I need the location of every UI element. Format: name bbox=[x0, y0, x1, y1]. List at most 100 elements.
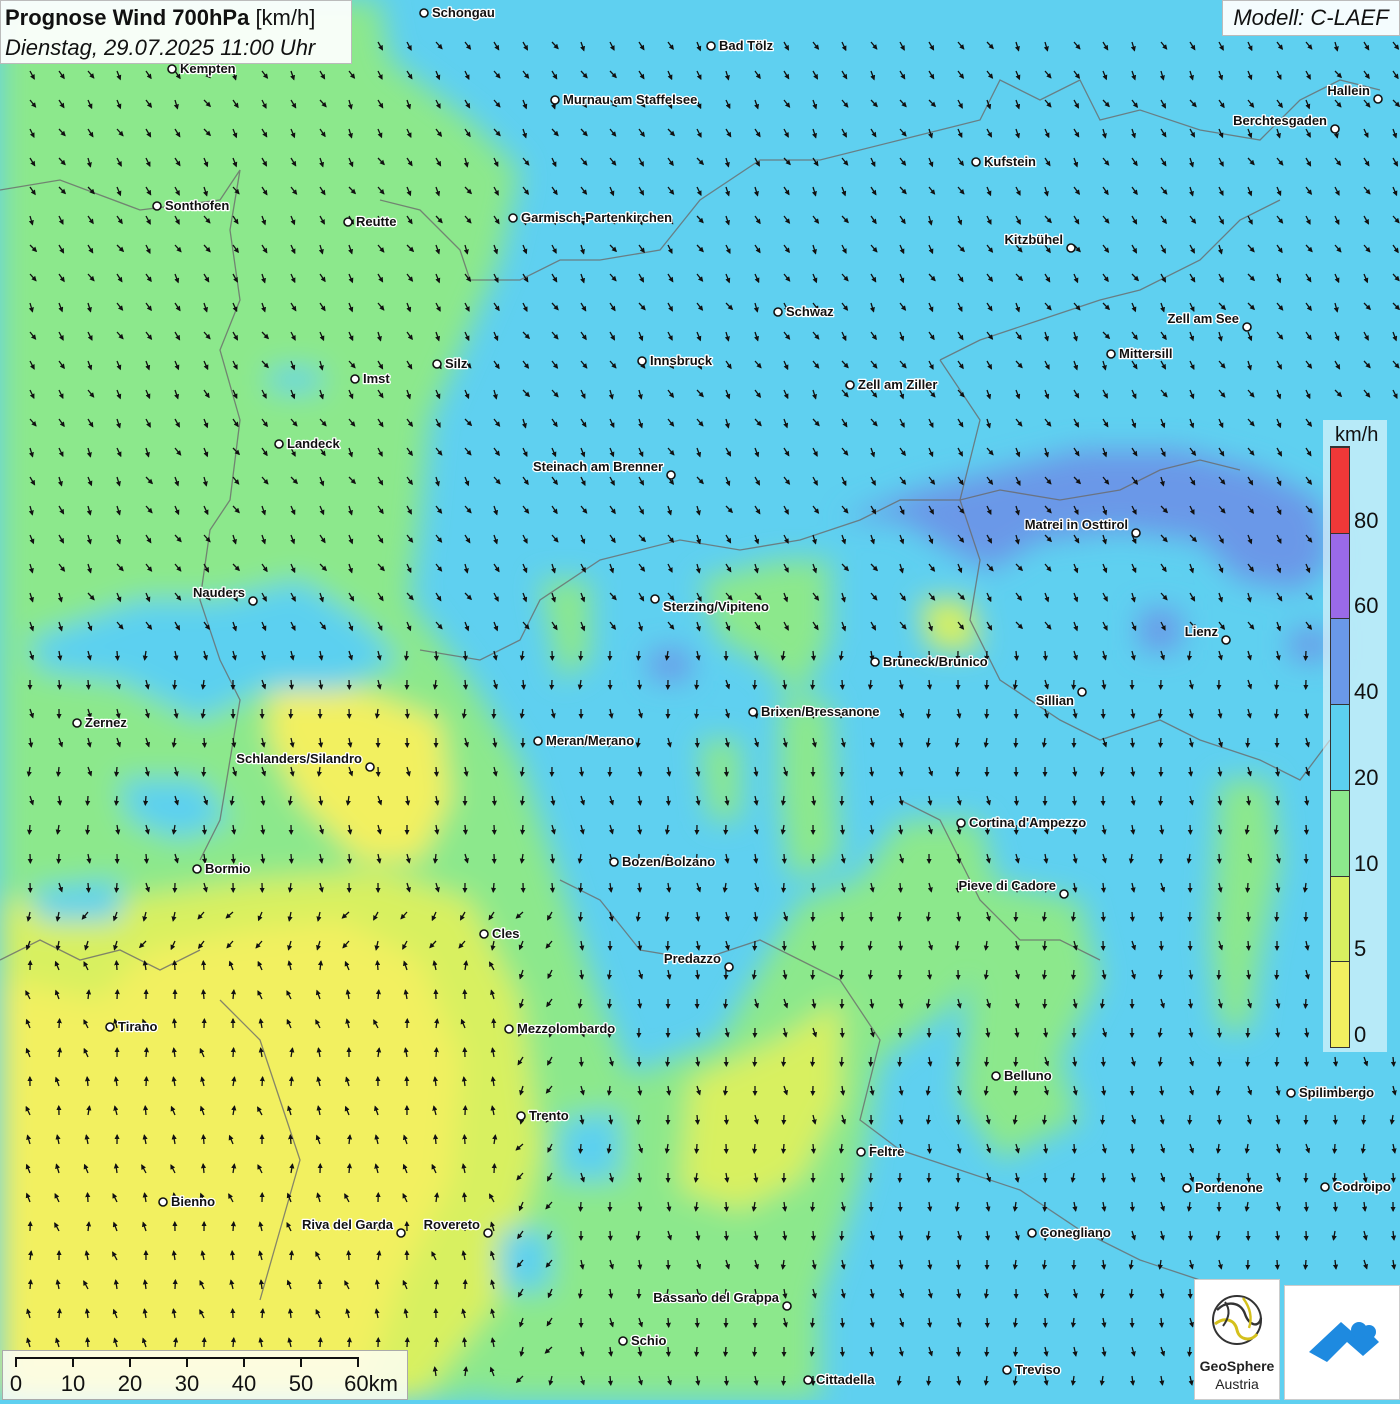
city-dot bbox=[1183, 1184, 1191, 1192]
wind-arrow bbox=[1045, 999, 1046, 1008]
wind-arrow bbox=[986, 1057, 987, 1066]
wind-arrow bbox=[117, 990, 118, 999]
wind-arrow bbox=[1248, 941, 1249, 950]
wind-arrow bbox=[1132, 1144, 1133, 1153]
page-title: Prognose Wind 700hPa [km/h] bbox=[5, 5, 315, 31]
wind-arrow bbox=[610, 1376, 611, 1385]
wind-arrow bbox=[668, 1318, 669, 1327]
wind-arrow bbox=[1074, 796, 1075, 805]
scale-label: 60km bbox=[344, 1371, 398, 1397]
city-dot bbox=[1331, 125, 1339, 133]
wind-arrow bbox=[1247, 883, 1248, 892]
scale-label: 0 bbox=[10, 1371, 22, 1397]
wind-arrow bbox=[1305, 999, 1306, 1008]
city-dot bbox=[1222, 636, 1230, 644]
wind-arrow bbox=[406, 651, 407, 660]
wind-arrow bbox=[668, 941, 669, 950]
wind-arrow bbox=[552, 680, 553, 689]
wind-arrow bbox=[842, 825, 843, 834]
city-dot bbox=[73, 719, 81, 727]
city-label: Kufstein bbox=[984, 154, 1036, 169]
wind-arrow bbox=[493, 883, 494, 892]
wind-arrow bbox=[580, 912, 581, 921]
scale-tick bbox=[15, 1357, 17, 1367]
wind-arrow bbox=[465, 651, 466, 660]
wind-arrow bbox=[145, 796, 146, 805]
wind-arrow bbox=[1015, 1347, 1016, 1356]
wind-arrow bbox=[813, 970, 814, 979]
wind-arrow bbox=[436, 1048, 437, 1057]
wind-arrow bbox=[1073, 680, 1074, 689]
wind-arrow bbox=[957, 767, 958, 776]
wind-arrow bbox=[842, 1231, 843, 1240]
wind-arrow bbox=[1016, 1057, 1017, 1066]
city-dot bbox=[1067, 244, 1075, 252]
wind-arrow bbox=[928, 709, 929, 718]
legend-segment bbox=[1331, 961, 1349, 1047]
city-dot bbox=[351, 375, 359, 383]
wind-arrow bbox=[581, 1057, 582, 1066]
city-label: Schongau bbox=[432, 5, 495, 20]
scale-label: 10 bbox=[61, 1371, 85, 1397]
legend-label: 40 bbox=[1354, 679, 1378, 705]
city-dot bbox=[610, 858, 618, 866]
wind-arrow bbox=[494, 796, 495, 805]
city-dot bbox=[707, 42, 715, 50]
wind-arrow bbox=[87, 1077, 88, 1086]
wind-arrow bbox=[117, 651, 118, 660]
wind-arrow bbox=[1189, 1347, 1190, 1356]
wind-arrow bbox=[784, 854, 785, 863]
city-dot bbox=[638, 357, 646, 365]
wind-arrow bbox=[320, 1338, 321, 1347]
wind-arrow bbox=[58, 767, 59, 776]
wind-arrow bbox=[726, 1115, 727, 1124]
wind-arrow bbox=[59, 854, 60, 863]
wind-arrow bbox=[900, 941, 901, 950]
wind-arrow bbox=[638, 1115, 639, 1124]
wind-arrow bbox=[813, 1231, 814, 1240]
city-dot bbox=[846, 381, 854, 389]
wind-arrow bbox=[580, 883, 581, 892]
title-unit: [km/h] bbox=[255, 5, 315, 30]
city-dot bbox=[749, 708, 757, 716]
wind-arrow bbox=[1393, 1057, 1394, 1066]
legend-segment bbox=[1331, 618, 1349, 704]
city-marker: Garmisch-Partenkirchen bbox=[509, 210, 672, 225]
wind-arrow bbox=[291, 680, 292, 689]
city-marker: Conegliano bbox=[1028, 1225, 1111, 1240]
city-label: Rovereto bbox=[424, 1217, 480, 1232]
wind-arrow bbox=[87, 796, 88, 805]
wind-arrow bbox=[1103, 1057, 1104, 1066]
wind-arrow bbox=[610, 1231, 611, 1240]
geosphere-name: GeoSphere bbox=[1195, 1358, 1279, 1374]
city-label: Silz bbox=[445, 356, 468, 371]
city-marker: Schongau bbox=[420, 5, 495, 20]
wind-arrow bbox=[203, 961, 204, 970]
wind-arrow bbox=[726, 1202, 727, 1211]
city-label: Pordenone bbox=[1195, 1180, 1263, 1195]
city-label: Trento bbox=[529, 1108, 569, 1123]
wind-arrow bbox=[755, 941, 756, 950]
wind-arrow bbox=[291, 1077, 292, 1086]
wind-arrow bbox=[1073, 970, 1074, 979]
city-dot bbox=[992, 1072, 1000, 1080]
wind-arrow bbox=[842, 1318, 843, 1327]
city-label: Steinach am Brenner bbox=[533, 459, 663, 474]
wind-region-20 bbox=[270, 370, 320, 390]
wind-arrow bbox=[146, 854, 147, 863]
wind-arrow bbox=[667, 1057, 668, 1066]
city-dot bbox=[517, 1112, 525, 1120]
city-label: Schio bbox=[631, 1333, 666, 1348]
wind-arrow bbox=[639, 680, 640, 689]
wind-arrow bbox=[291, 854, 292, 863]
city-dot bbox=[651, 595, 659, 603]
city-label: Conegliano bbox=[1040, 1225, 1111, 1240]
wind-arrow bbox=[233, 1222, 234, 1231]
scale-tick bbox=[243, 1357, 245, 1367]
wind-arrow bbox=[146, 1077, 147, 1086]
wind-arrow bbox=[232, 1251, 233, 1260]
city-dot bbox=[484, 1229, 492, 1237]
scale-label: 40 bbox=[232, 1371, 256, 1397]
wind-arrow bbox=[1248, 738, 1249, 747]
wind-arrow bbox=[783, 1144, 784, 1153]
